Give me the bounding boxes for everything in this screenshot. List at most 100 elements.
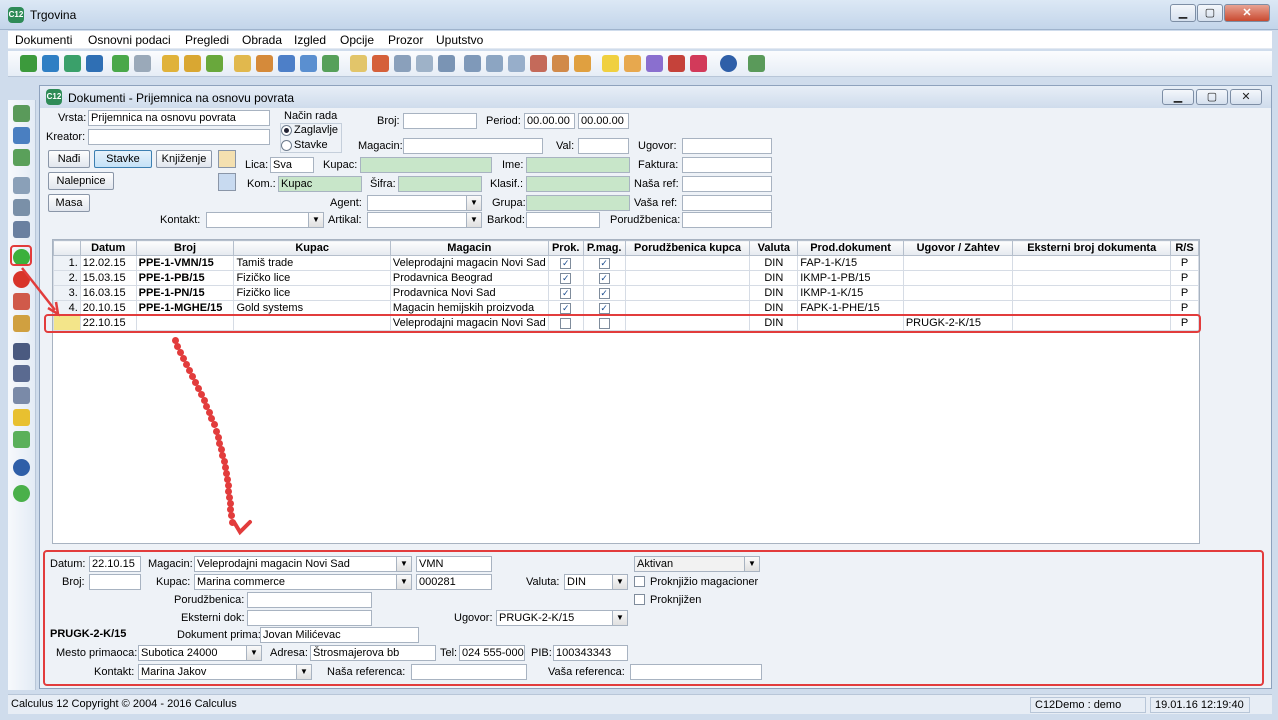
- radio-stavke[interactable]: [281, 140, 292, 151]
- faktura-field[interactable]: [682, 157, 772, 173]
- forward-icon[interactable]: [86, 55, 103, 72]
- masa-button[interactable]: Masa: [48, 194, 90, 212]
- gear-icon[interactable]: [646, 55, 663, 72]
- window-export-icon[interactable]: [552, 55, 569, 72]
- archive-icon[interactable]: [322, 55, 339, 72]
- forward-side-icon[interactable]: [13, 485, 30, 502]
- col-prod-dokument[interactable]: Prod.dokument: [797, 240, 904, 256]
- grid-cell-broj[interactable]: PPE-1-PN/15: [135, 285, 235, 301]
- grid-cell-ugovor[interactable]: [902, 255, 1014, 271]
- calculator-icon[interactable]: [134, 55, 151, 72]
- grid-cell-rs[interactable]: P: [1170, 270, 1199, 286]
- menu-osnovni-podaci[interactable]: Osnovni podaci: [88, 33, 171, 47]
- grid-cell-magacin[interactable]: Veleprodajni magacin Novi Sad: [389, 255, 549, 271]
- table-row[interactable]: 2. 15.03.15 PPE-1-PB/15 Fizičko lice Prodavn…: [53, 270, 1199, 286]
- grid-cell-rs[interactable]: P: [1170, 255, 1199, 271]
- edit-icon[interactable]: [13, 315, 30, 332]
- grid-cell-kupac[interactable]: Tamiš trade: [233, 255, 391, 271]
- grid-cell-por[interactable]: [624, 285, 751, 301]
- doc-maximize-button[interactable]: ▢: [1196, 89, 1228, 105]
- nalepnice-button[interactable]: Nalepnice: [48, 172, 114, 190]
- col-valuta[interactable]: Valuta: [749, 240, 799, 256]
- save-as-icon[interactable]: [13, 127, 30, 144]
- sync-icon[interactable]: [64, 55, 81, 72]
- remove-icon[interactable]: [13, 271, 30, 288]
- grupa-field[interactable]: [526, 195, 630, 211]
- col-porudzbenica-kupca[interactable]: Porudžbenica kupca: [624, 240, 751, 256]
- expand-icon[interactable]: [13, 431, 30, 448]
- paste-icon[interactable]: [372, 55, 389, 72]
- user-icon[interactable]: [218, 150, 236, 168]
- grid-cell-datum[interactable]: 16.03.15: [79, 285, 137, 301]
- find-next-icon[interactable]: [13, 365, 30, 382]
- window-lock-icon[interactable]: [574, 55, 591, 72]
- undo-icon[interactable]: [13, 293, 30, 310]
- col-broj[interactable]: Broj: [135, 240, 235, 256]
- grid-cell-prok[interactable]: ✓: [547, 270, 584, 286]
- prok-checkbox[interactable]: ✓: [560, 302, 572, 314]
- menu-prozor[interactable]: Prozor: [388, 33, 423, 47]
- edit-doc-icon[interactable]: [234, 55, 251, 72]
- agent-field[interactable]: ▼: [367, 195, 482, 211]
- kontakt-field[interactable]: ▼: [206, 212, 324, 228]
- copy-icon[interactable]: [350, 55, 367, 72]
- menu-uputstvo[interactable]: Uputstvo: [436, 33, 483, 47]
- ime-field[interactable]: [526, 157, 630, 173]
- doc-close-button[interactable]: ✕: [1230, 89, 1262, 105]
- kontakt-dropdown-icon[interactable]: ▼: [308, 213, 323, 227]
- gem-icon[interactable]: [690, 55, 707, 72]
- klasif-field[interactable]: [526, 176, 630, 192]
- grid-cell-num[interactable]: 1.: [53, 255, 81, 271]
- grid-select-icon[interactable]: [218, 173, 236, 191]
- grid-cell-pmag[interactable]: ✓: [582, 285, 626, 301]
- artikal-field[interactable]: ▼: [367, 212, 482, 228]
- calendar-icon[interactable]: [668, 55, 685, 72]
- grid-cell-magacin[interactable]: Prodavnica Beograd: [389, 270, 549, 286]
- grid-cell-eks[interactable]: [1012, 255, 1171, 271]
- radio-zaglavlje[interactable]: [281, 125, 292, 136]
- lica-field[interactable]: Sva: [270, 157, 314, 173]
- menu-opcije[interactable]: Opcije: [340, 33, 374, 47]
- grid-cell-prod[interactable]: IKMP-1-PB/15: [797, 270, 904, 286]
- grid-cell-por[interactable]: [624, 255, 751, 271]
- table-icon[interactable]: [438, 55, 455, 72]
- grid-cell-prok[interactable]: ✓: [547, 285, 584, 301]
- agent-dropdown-icon[interactable]: ▼: [466, 196, 481, 210]
- col-rs[interactable]: R/S: [1170, 240, 1199, 256]
- col-eksterni-broj[interactable]: Eksterni broj dokumenta: [1012, 240, 1171, 256]
- vasaref-field[interactable]: [682, 195, 772, 211]
- vrsta-field[interactable]: Prijemnica na osnovu povrata: [88, 110, 270, 126]
- minimize-button[interactable]: ▁: [1170, 4, 1196, 22]
- col-pmag[interactable]: P.mag.: [582, 240, 626, 256]
- grid-cell-kupac[interactable]: Fizičko lice: [233, 270, 391, 286]
- kom-field[interactable]: Kupac: [278, 176, 362, 192]
- sifra-field[interactable]: [398, 176, 482, 192]
- table-row[interactable]: 3. 16.03.15 PPE-1-PN/15 Fizičko lice Prodavn…: [53, 285, 1199, 301]
- grid-cell-valuta[interactable]: DIN: [749, 270, 799, 286]
- grid-cell-pmag[interactable]: ✓: [582, 270, 626, 286]
- window-close-icon[interactable]: [530, 55, 547, 72]
- nasaref-field[interactable]: [682, 176, 772, 192]
- menu-izgled[interactable]: Izgled: [294, 33, 326, 47]
- ugovor-field[interactable]: [682, 138, 772, 154]
- grid-cell-num[interactable]: 3.: [53, 285, 81, 301]
- knjizenje-button[interactable]: Knjiženje: [156, 150, 212, 168]
- grid-cell-prod[interactable]: IKMP-1-K/15: [797, 285, 904, 301]
- col-prok[interactable]: Prok.: [547, 240, 584, 256]
- period-from-field[interactable]: 00.00.00: [524, 113, 575, 129]
- grid-cell-pmag[interactable]: ✓: [582, 255, 626, 271]
- move-icon[interactable]: [206, 55, 223, 72]
- stavke-button[interactable]: Stavke: [94, 150, 152, 168]
- grid-cell-datum[interactable]: 12.02.15: [79, 255, 137, 271]
- windows-icon[interactable]: [508, 55, 525, 72]
- folder-import-icon[interactable]: [184, 55, 201, 72]
- grid-cell-broj[interactable]: PPE-1-PB/15: [135, 270, 235, 286]
- porudzbenica-field[interactable]: [682, 212, 772, 228]
- col-kupac[interactable]: Kupac: [233, 240, 391, 256]
- grid-cell-broj[interactable]: PPE-1-VMN/15: [135, 255, 235, 271]
- filter-icon[interactable]: [13, 409, 30, 426]
- col-ugovor[interactable]: Ugovor / Zahtev: [902, 240, 1014, 256]
- tag-icon[interactable]: [624, 55, 641, 72]
- grid-cell-num[interactable]: 2.: [53, 270, 81, 286]
- close-button[interactable]: ✕: [1224, 4, 1270, 22]
